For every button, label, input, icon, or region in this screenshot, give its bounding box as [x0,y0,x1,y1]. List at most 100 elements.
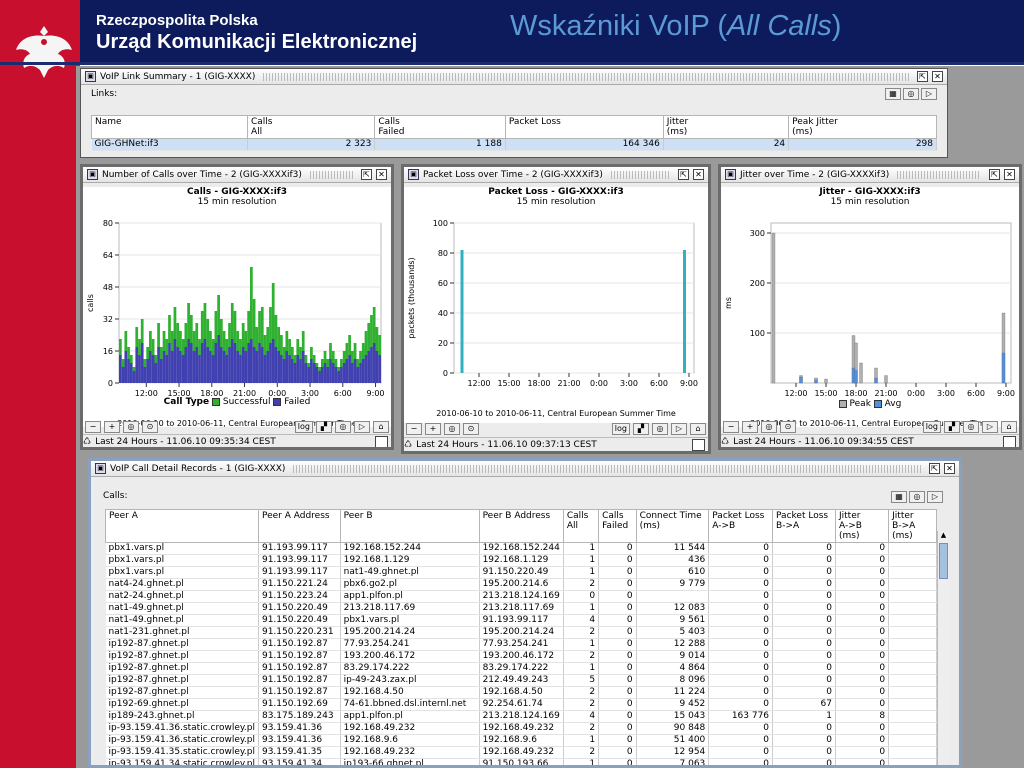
table-row[interactable]: GIG-GHNet:if3 2 323 1 188 164 346 24 298 [91,138,937,151]
table-row[interactable]: nat1-49.ghnet.pl 91.150.220.49 pbx1.vars.p… [105,614,937,627]
column-header[interactable]: Packet Loss B->A [772,509,836,543]
export-icon[interactable]: ▷ [982,421,998,433]
refresh-icon[interactable]: ♺ [83,437,91,447]
zoom-fit-icon[interactable]: ⊙ [142,421,158,433]
zoom-fit-icon[interactable]: ⊙ [463,423,479,435]
calendar-icon[interactable] [1003,436,1016,447]
zoom-in-icon[interactable]: + [425,423,441,435]
log-scale-button[interactable]: log [611,423,630,435]
table-view-icon[interactable]: ▦ [891,491,907,503]
jitter-chart-titlebar[interactable]: ▣ Jitter over Time - 2 (GIG-XXXXif3) ⇱ ✕ [721,167,1019,183]
zoom-in-icon[interactable]: + [742,421,758,433]
table-row[interactable]: ip192-87.ghnet.pl 91.150.192.87 83.29.174.… [105,662,937,675]
table-row[interactable]: pbx1.vars.pl 91.193.99.117 192.168.152.244… [105,542,937,555]
calendar-icon[interactable] [375,436,388,447]
export-icon[interactable]: ▷ [921,88,937,100]
column-header[interactable]: Calls All [562,509,600,543]
close-icon[interactable]: ✕ [376,169,387,180]
column-header[interactable]: Calls All [246,115,376,139]
time-range[interactable]: Last 24 Hours - 11.06.10 09:37:13 CEST [416,440,597,450]
cdr-scrollbar[interactable]: ▲ [937,531,949,765]
float-icon[interactable]: ⇱ [917,71,928,82]
close-icon[interactable]: ✕ [1004,169,1015,180]
scroll-thumb[interactable] [939,543,948,579]
table-row[interactable]: pbx1.vars.pl 91.193.99.117 192.168.1.129 19… [105,554,937,567]
close-icon[interactable]: ✕ [944,463,955,474]
column-header[interactable]: Jitter (ms) [662,115,790,139]
link-summary-titlebar[interactable]: ▣ VoIP Link Summary - 1 (GIG-XXXX) ⇱ ✕ [81,69,947,85]
table-view-icon[interactable]: ▦ [885,88,901,100]
table-row[interactable]: nat1-49.ghnet.pl 91.150.220.49 213.218.117… [105,602,937,615]
float-icon[interactable]: ⇱ [989,169,1000,180]
calendar-icon[interactable] [692,439,705,451]
column-header[interactable]: Peak Jitter (ms) [788,115,937,139]
bar-failed [198,355,201,383]
print-icon[interactable]: ⌂ [690,423,706,435]
export-icon[interactable]: ▷ [354,421,370,433]
zoom-out-icon[interactable]: − [85,421,101,433]
close-icon[interactable]: ✕ [693,169,704,180]
table-row[interactable]: ip-93.159.41.34.static.crowley.pl 93.159.… [105,758,937,765]
zoom-out-icon[interactable]: − [723,421,739,433]
zoom-reset-icon[interactable]: ◎ [444,423,460,435]
table-row[interactable]: ip-93.159.41.36.static.crowley.pl 93.159.… [105,722,937,735]
column-header[interactable]: Calls Failed [598,509,637,543]
column-header[interactable]: Peer B Address [478,509,564,543]
column-header[interactable]: Peer A Address [257,509,341,543]
log-scale-button[interactable]: log [294,421,313,433]
table-row[interactable]: ip-93.159.41.35.static.crowley.pl 93.159.… [105,746,937,759]
zoom-reset-icon[interactable]: ◎ [123,421,139,433]
column-header[interactable]: Jitter A->B (ms) [834,509,890,543]
column-header[interactable]: Calls Failed [374,115,506,139]
table-row[interactable]: nat4-24.ghnet.pl 91.150.221.24 pbx6.go2.pl… [105,578,937,591]
float-icon[interactable]: ⇱ [929,463,940,474]
cdr-titlebar[interactable]: ▣ VoIP Call Detail Records - 1 (GIG-XXXX… [91,461,959,477]
table-row[interactable]: ip-93.159.41.36.static.crowley.pl 93.159.… [105,734,937,747]
bar-failed [236,351,240,383]
table-row[interactable]: ip192-87.ghnet.pl 91.150.192.87 192.168.4.… [105,686,937,699]
refresh-icon[interactable]: ♺ [404,440,412,450]
zoom-out-icon[interactable]: − [406,423,422,435]
table-row[interactable]: ip192-69.ghnet.pl 91.150.192.69 74-61.bbne… [105,698,937,711]
table-row[interactable]: ip192-87.ghnet.pl 91.150.192.87 ip-49-243.… [105,674,937,687]
table-row[interactable]: nat2-24.ghnet.pl 91.150.223.24 app1.plfon.… [105,590,937,603]
options-icon[interactable]: ◎ [909,491,925,503]
print-icon[interactable]: ⌂ [1001,421,1017,433]
calls-chart-titlebar[interactable]: ▣ Number of Calls over Time - 2 (GIG-XXX… [83,167,391,183]
chart-type-icon[interactable]: ▞ [944,421,960,433]
print-icon[interactable]: ⌂ [373,421,389,433]
options-icon[interactable]: ◎ [335,421,351,433]
export-icon[interactable]: ▷ [671,423,687,435]
float-icon[interactable]: ⇱ [361,169,372,180]
options-icon[interactable]: ◎ [903,88,919,100]
chart-type-icon[interactable]: ▞ [633,423,649,435]
refresh-icon[interactable]: ♺ [721,437,729,447]
column-header[interactable]: Peer B [339,509,480,543]
table-row[interactable]: nat1-231.ghnet.pl 91.150.220.231 195.200.2… [105,626,937,639]
table-row[interactable]: ip192-87.ghnet.pl 91.150.192.87 77.93.254.… [105,638,937,651]
column-header[interactable]: Connect Time (ms) [635,509,710,543]
column-header[interactable]: Name [91,115,248,139]
table-row[interactable]: ip192-87.ghnet.pl 91.150.192.87 193.200.46… [105,650,937,663]
scroll-up-icon[interactable]: ▲ [938,531,949,541]
zoom-fit-icon[interactable]: ⊙ [780,421,796,433]
column-header[interactable]: Packet Loss [504,115,664,139]
column-header[interactable]: Packet Loss A->B [708,509,774,543]
column-header[interactable]: Jitter B->A (ms) [888,509,937,543]
zoom-in-icon[interactable]: + [104,421,120,433]
time-range[interactable]: Last 24 Hours - 11.06.10 09:35:34 CEST [95,437,276,447]
table-row[interactable]: ip189-243.ghnet.pl 83.175.189.243 app1.plf… [105,710,937,723]
close-icon[interactable]: ✕ [932,71,943,82]
table-row[interactable]: pbx1.vars.pl 91.193.99.117 nat1-49.ghnet.p… [105,566,937,579]
bar-successful [244,331,248,351]
loss-chart-titlebar[interactable]: ▣ Packet Loss over Time - 2 (GIG-XXXXif3… [404,167,708,183]
export-icon[interactable]: ▷ [927,491,943,503]
zoom-reset-icon[interactable]: ◎ [761,421,777,433]
log-scale-button[interactable]: log [922,421,941,433]
options-icon[interactable]: ◎ [963,421,979,433]
column-header[interactable]: Peer A [105,509,259,543]
options-icon[interactable]: ◎ [652,423,668,435]
time-range[interactable]: Last 24 Hours - 11.06.10 09:34:55 CEST [733,437,914,447]
float-icon[interactable]: ⇱ [678,169,689,180]
chart-type-icon[interactable]: ▞ [316,421,332,433]
